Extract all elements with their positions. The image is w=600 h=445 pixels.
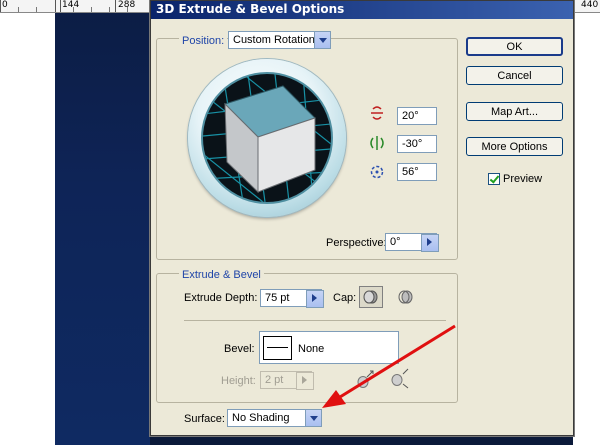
annotation-arrow <box>322 324 456 408</box>
